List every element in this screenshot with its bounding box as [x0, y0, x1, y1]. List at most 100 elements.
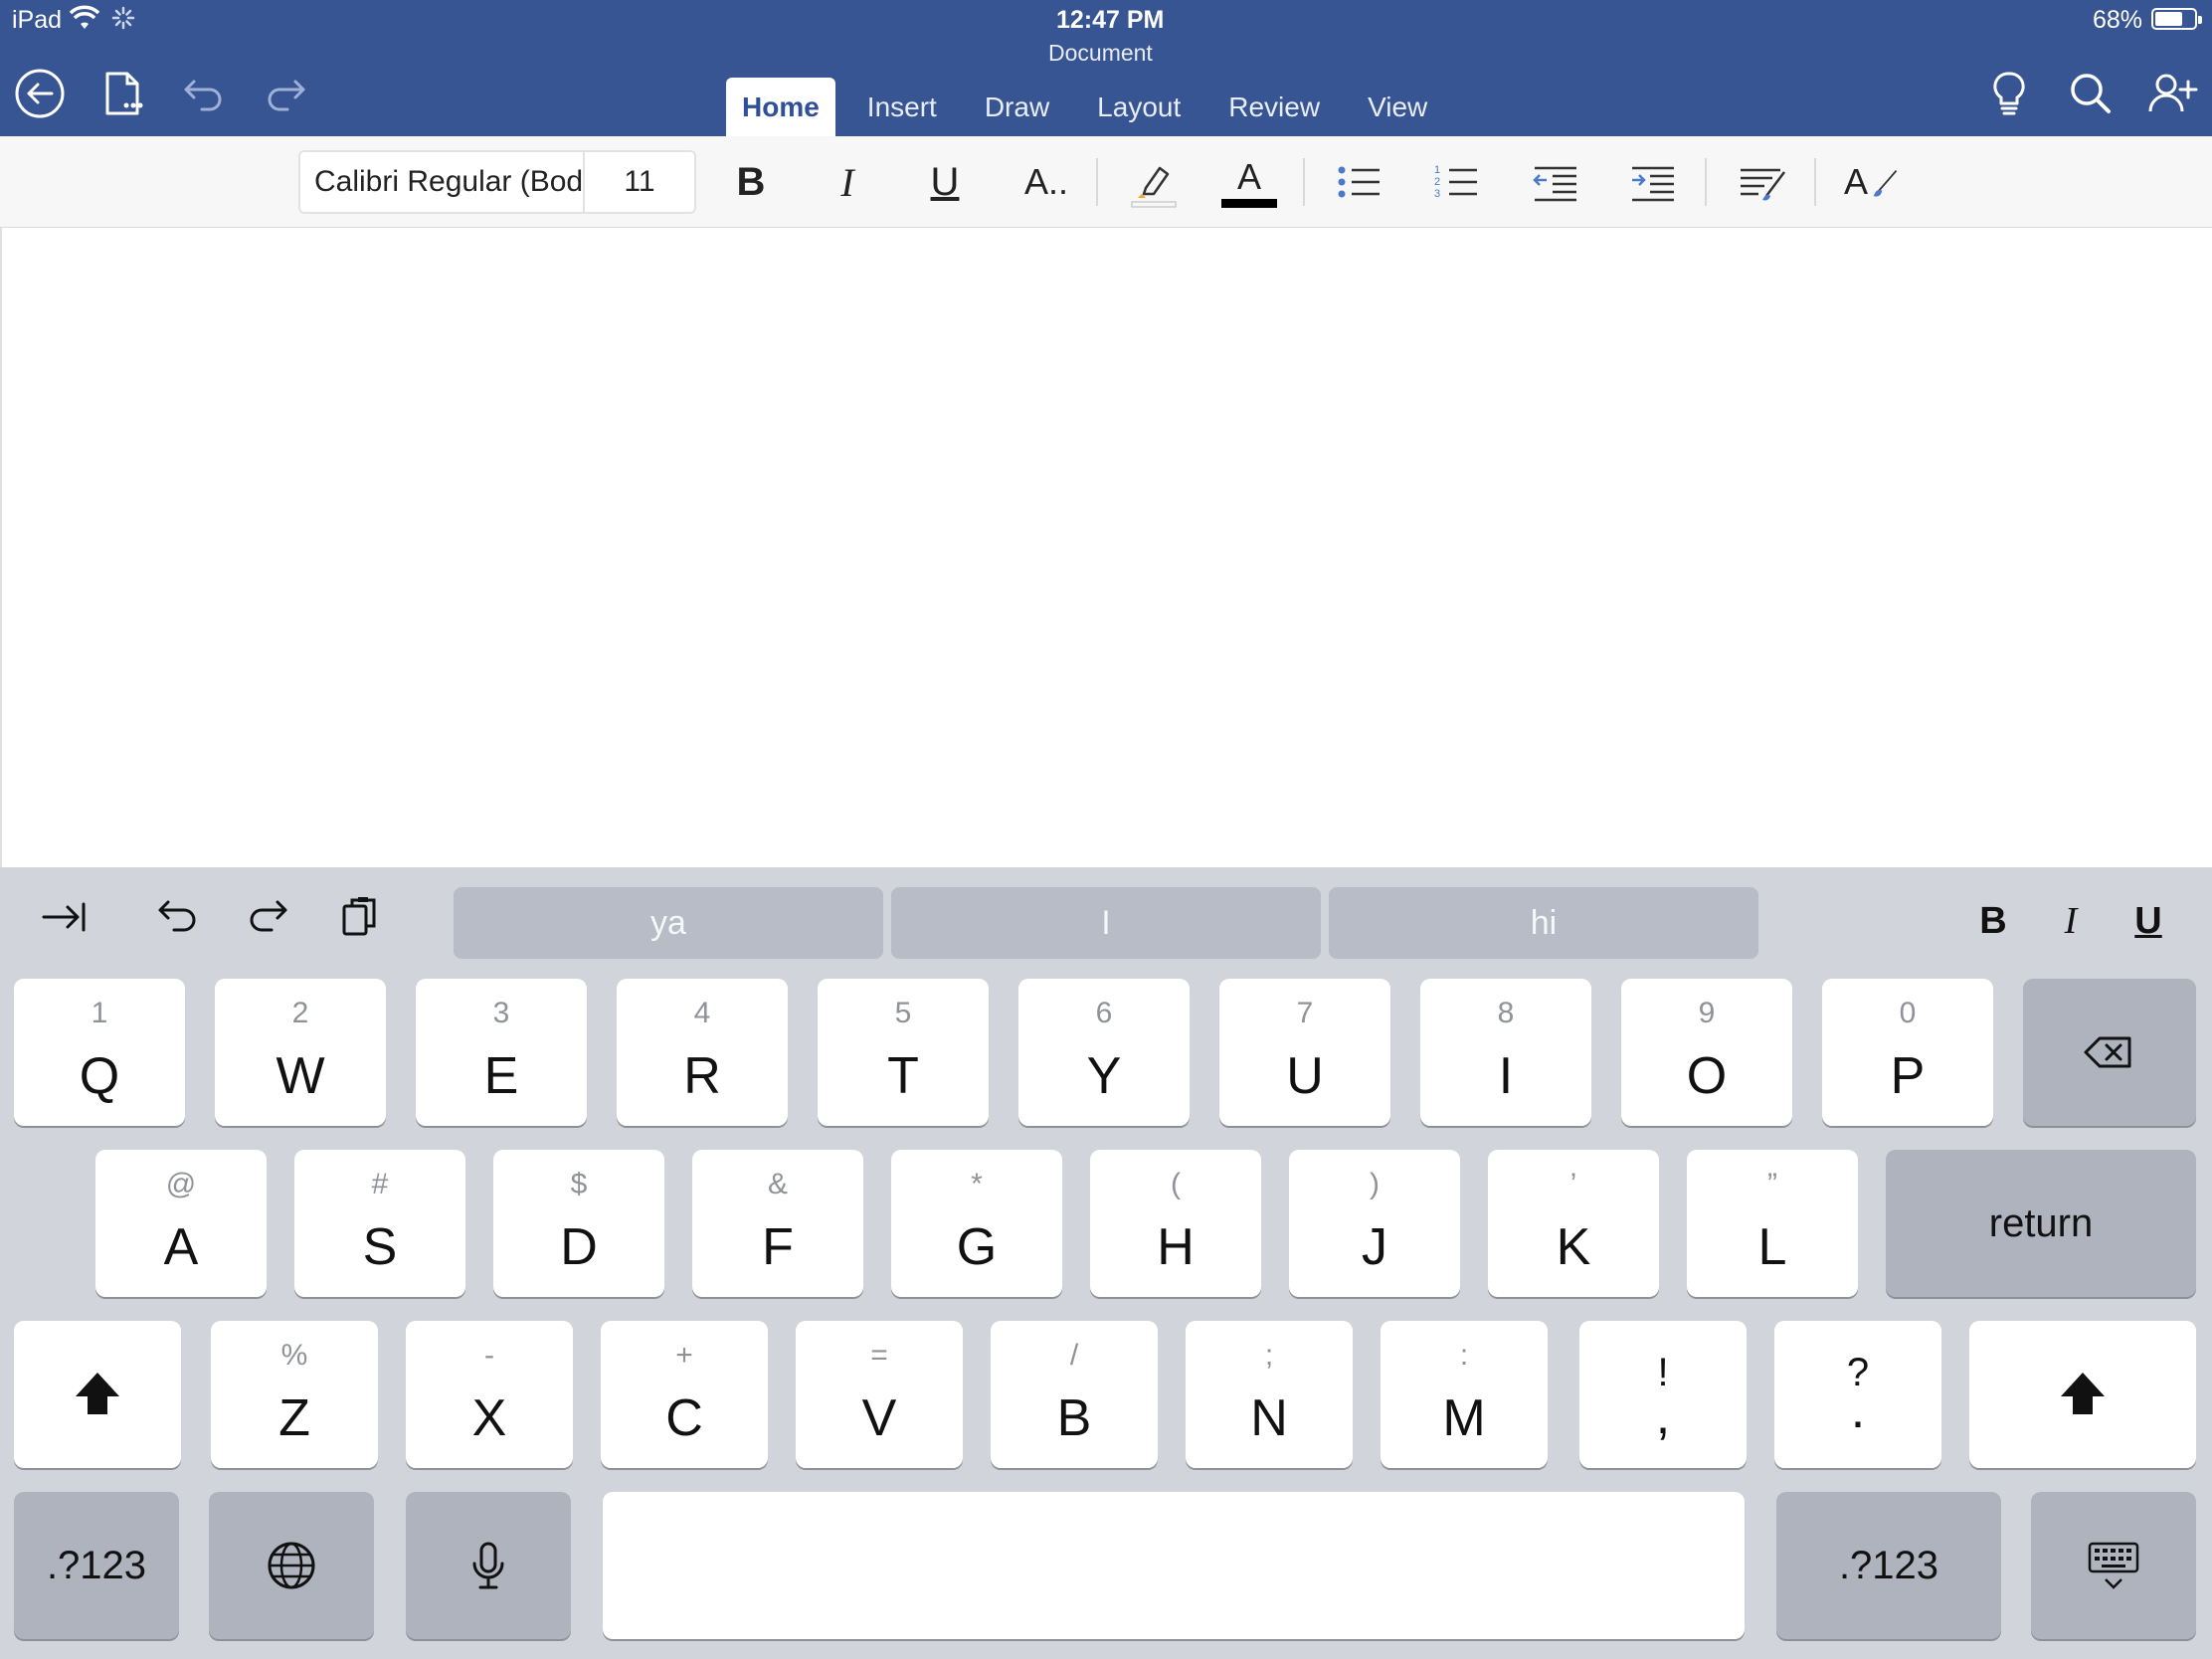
ribbon-divider — [1814, 158, 1816, 206]
decrease-indent-button[interactable] — [1520, 150, 1589, 214]
globe-icon — [268, 1542, 315, 1589]
underline-button[interactable]: U — [910, 150, 980, 214]
return-label: return — [1988, 1200, 2094, 1245]
key-char: V — [861, 1389, 897, 1447]
key-z[interactable]: % Z — [211, 1321, 378, 1468]
key-char: R — [683, 1047, 721, 1105]
font-color-label: A — [1236, 155, 1261, 197]
key-u[interactable]: 7U — [1219, 979, 1390, 1126]
highlighter-icon — [1131, 166, 1177, 208]
key-f[interactable]: & F — [692, 1150, 863, 1297]
more-formatting-button[interactable]: A.. — [1008, 150, 1085, 214]
key-j[interactable]: ) J — [1289, 1150, 1460, 1297]
paste-icon[interactable] — [326, 889, 396, 945]
key-b[interactable]: / B — [991, 1321, 1158, 1468]
bullet-list-button[interactable] — [1325, 150, 1394, 214]
numbers-key-left[interactable]: .?123 — [14, 1492, 179, 1639]
key-h[interactable]: (H — [1090, 1150, 1261, 1297]
key-alt-char: * — [971, 1168, 983, 1200]
bold-button[interactable]: B — [716, 150, 786, 214]
keyboard-underline-button[interactable]: U — [2119, 891, 2178, 951]
suggestion-1[interactable]: ya — [454, 887, 883, 959]
key-e[interactable]: 3E — [416, 979, 587, 1126]
keyboard-italic-button[interactable]: I — [2041, 891, 2101, 951]
font-size-field[interactable]: 11 — [585, 152, 694, 212]
key-period[interactable]: ?. — [1774, 1321, 1941, 1468]
key-v[interactable]: = V — [796, 1321, 963, 1468]
key-alt-char: 9 — [1698, 997, 1716, 1029]
key-p[interactable]: 0P — [1822, 979, 1993, 1126]
key-d[interactable]: $ D — [493, 1150, 664, 1297]
key-m[interactable]: :M — [1381, 1321, 1548, 1468]
styles-button[interactable]: A — [1836, 150, 1916, 214]
tab-layout[interactable]: Layout — [1081, 78, 1197, 136]
italic-button[interactable]: I — [813, 150, 882, 214]
key-char: B — [1056, 1389, 1092, 1447]
key-alt-char: : — [1459, 1339, 1469, 1372]
font-color-button[interactable]: A — [1211, 150, 1287, 214]
key-char: X — [471, 1389, 507, 1447]
highlight-button[interactable] — [1116, 150, 1192, 214]
tab-key-icon[interactable] — [30, 889, 99, 945]
numbered-list-button[interactable]: 123 — [1422, 150, 1492, 214]
keyboard-undo-icon[interactable] — [142, 889, 212, 945]
dismiss-keyboard-key[interactable] — [2031, 1492, 2196, 1639]
tab-review[interactable]: Review — [1212, 78, 1336, 136]
file-icon[interactable] — [95, 66, 151, 121]
increase-indent-button[interactable] — [1617, 150, 1687, 214]
suggestion-3[interactable]: hi — [1329, 887, 1758, 959]
key-r[interactable]: 4R — [617, 979, 788, 1126]
font-name-field[interactable]: Calibri Regular (Body) — [300, 152, 585, 212]
numbered-list-icon: 123 — [1434, 164, 1477, 200]
style-brush-icon — [1873, 169, 1898, 197]
globe-key[interactable] — [209, 1492, 374, 1639]
key-char: F — [762, 1218, 794, 1276]
key-n[interactable]: ; N — [1186, 1321, 1353, 1468]
key-k[interactable]: ’ K — [1488, 1150, 1659, 1297]
key-o[interactable]: 9O — [1621, 979, 1792, 1126]
key-g[interactable]: * G — [891, 1150, 1062, 1297]
key-alt-char: 8 — [1497, 997, 1515, 1029]
search-icon[interactable] — [2063, 66, 2119, 121]
shift-left-key[interactable] — [14, 1321, 181, 1468]
key-alt-char: ” — [1767, 1168, 1777, 1200]
tab-insert[interactable]: Insert — [851, 78, 953, 136]
document-canvas[interactable] — [0, 228, 2212, 867]
status-time: 12:47 PM — [1056, 6, 1165, 34]
key-comma[interactable]: !, — [1579, 1321, 1747, 1468]
back-icon[interactable] — [12, 66, 68, 121]
numbers-key-right[interactable]: .?123 — [1776, 1492, 2001, 1639]
undo-icon[interactable] — [176, 66, 232, 121]
keyboard-redo-icon[interactable] — [234, 889, 303, 945]
key-i[interactable]: 8I — [1420, 979, 1591, 1126]
key-char: , — [1655, 1387, 1671, 1445]
key-x[interactable]: -X — [406, 1321, 573, 1468]
onscreen-keyboard: ya I hi B I U 1Q 2W 3E 4R 5T 6Y 7U 8I 9O… — [0, 867, 2212, 1659]
redo-icon[interactable] — [258, 66, 313, 121]
shift-right-key[interactable] — [1969, 1321, 2196, 1468]
paragraph-formatting-button[interactable] — [1725, 150, 1804, 214]
key-y[interactable]: 6Y — [1018, 979, 1190, 1126]
key-char: E — [483, 1047, 519, 1105]
tab-home[interactable]: Home — [726, 78, 835, 136]
tab-view[interactable]: View — [1352, 78, 1443, 136]
key-alt-char: = — [870, 1339, 888, 1372]
key-w[interactable]: 2W — [215, 979, 386, 1126]
keyboard-bold-button[interactable]: B — [1963, 891, 2023, 951]
key-a[interactable]: @ A — [95, 1150, 267, 1297]
share-user-icon[interactable] — [2144, 66, 2200, 121]
return-key[interactable]: return — [1886, 1150, 2196, 1297]
key-t[interactable]: 5T — [818, 979, 989, 1126]
lightbulb-icon[interactable] — [1981, 66, 2037, 121]
key-q[interactable]: 1Q — [14, 979, 185, 1126]
key-s[interactable]: # S — [294, 1150, 465, 1297]
decrease-indent-icon — [1533, 166, 1576, 202]
key-l[interactable]: ” L — [1687, 1150, 1858, 1297]
dictation-key[interactable] — [406, 1492, 571, 1639]
delete-key[interactable] — [2023, 979, 2196, 1126]
suggestion-2[interactable]: I — [891, 887, 1321, 959]
tab-draw[interactable]: Draw — [969, 78, 1065, 136]
styles-label: A — [1843, 161, 1868, 202]
space-bar[interactable] — [603, 1492, 1745, 1639]
key-c[interactable]: + C — [601, 1321, 768, 1468]
